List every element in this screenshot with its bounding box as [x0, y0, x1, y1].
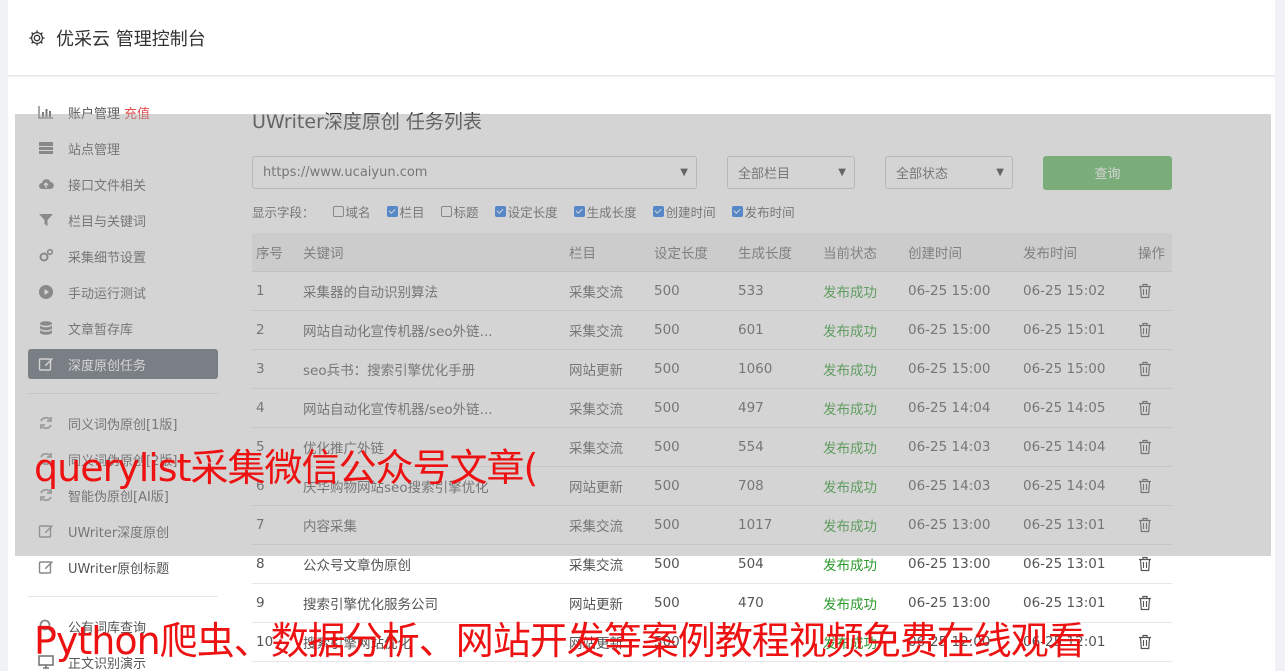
gear-icon	[29, 29, 45, 46]
trash-icon[interactable]	[1138, 634, 1152, 650]
app-title: 优采云 管理控制台	[56, 28, 206, 50]
sidebar-item-uwriter-title[interactable]: UWriter原创标题	[28, 552, 218, 582]
trash-icon[interactable]	[1138, 556, 1152, 572]
watermark-line-2: Python爬虫、数据分析、网站开发等案例教程视频免费在线观看	[34, 619, 1086, 663]
trash-icon[interactable]	[1138, 595, 1152, 611]
edit-icon	[38, 561, 53, 574]
top-bar: 优采云 管理控制台	[8, 0, 1275, 76]
cell-actions	[1134, 583, 1172, 623]
sidebar-item-label: UWriter原创标题	[68, 561, 170, 577]
watermark-line-1: querylist采集微信公众号文章(	[34, 446, 538, 490]
cell-actions	[1134, 622, 1172, 662]
sidebar-divider	[28, 596, 218, 597]
